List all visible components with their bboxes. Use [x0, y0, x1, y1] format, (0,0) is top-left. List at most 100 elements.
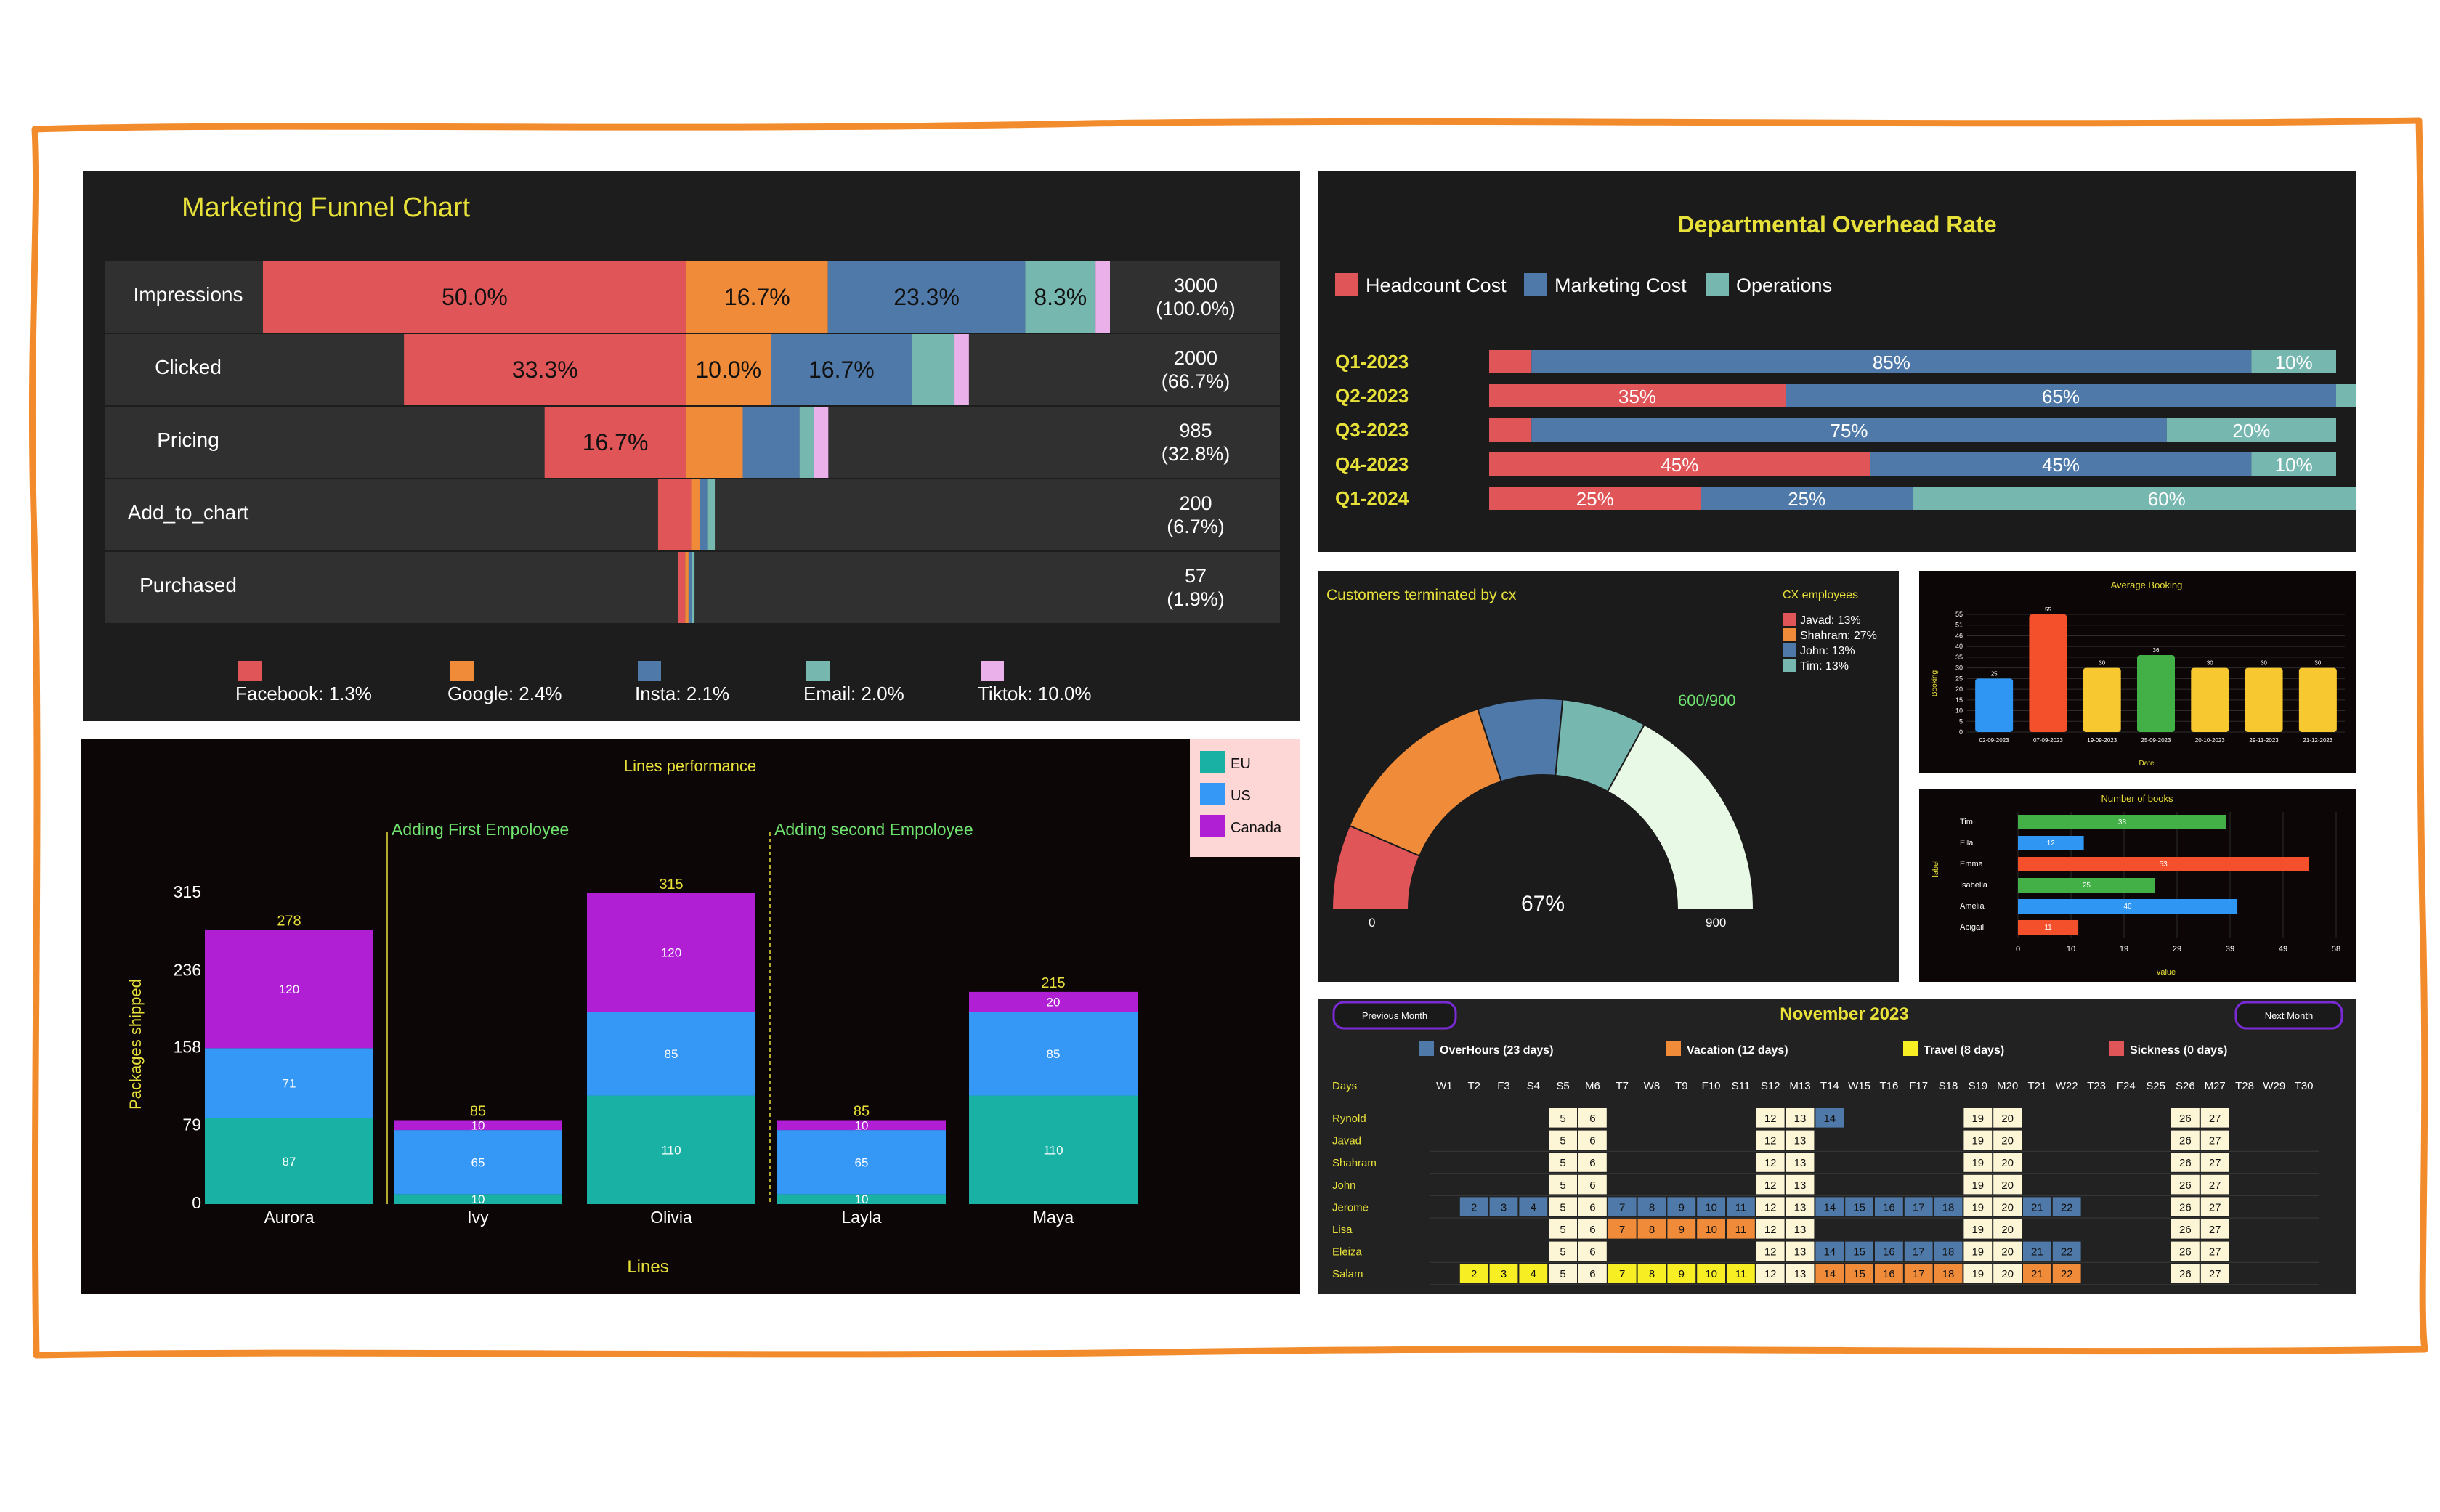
- calendar-day-header: W15: [1848, 1080, 1870, 1092]
- gauge-legend-swatch: [1783, 643, 1796, 657]
- overhead-bar-segment: [1489, 418, 1532, 442]
- booking-ytick: 40: [1955, 643, 1963, 650]
- books-name: Amelia: [1960, 902, 1985, 911]
- calendar-chart: Previous Month Next Month November 2023 …: [1332, 1001, 2343, 1285]
- calendar-cell-label: 26: [2179, 1179, 2192, 1192]
- calendar-person: Eleiza: [1332, 1246, 1363, 1259]
- calendar-cell-label: 7: [1619, 1224, 1625, 1236]
- booking-bar-label: 30: [2099, 660, 2105, 667]
- calendar-cell-label: 12: [1764, 1201, 1777, 1214]
- calendar-cell-label: 16: [1883, 1201, 1895, 1214]
- booking-xtick: 21-12-2023: [2303, 737, 2332, 744]
- calendar-legend-label: Travel (8 days): [1924, 1044, 2004, 1057]
- calendar-cell-label: 26: [2179, 1135, 2192, 1147]
- overhead-row-label: Q1-2023: [1335, 351, 1409, 373]
- days-label: Days: [1332, 1080, 1357, 1092]
- calendar-cell-label: 5: [1560, 1113, 1565, 1125]
- calendar-day-header: M13: [1789, 1080, 1810, 1092]
- calendar-cell-label: 5: [1560, 1201, 1565, 1214]
- funnel-total-bg: [1111, 261, 1280, 333]
- calendar-cell-label: 20: [2001, 1157, 2014, 1169]
- calendar-cell-label: 19: [1971, 1201, 1984, 1214]
- lines-legend-label: Canada: [1231, 820, 1282, 836]
- funnel-segment-label: 33.3%: [512, 357, 578, 383]
- gauge-legend-label: Shahram: 27%: [1800, 630, 1877, 642]
- calendar-cell-label: 6: [1589, 1246, 1595, 1259]
- overhead-bar-segment: [2336, 384, 2356, 407]
- lines-legend-swatch: [1200, 783, 1225, 805]
- lines-ytick: 79: [182, 1115, 201, 1134]
- calendar-cell-label: 20: [2001, 1135, 2014, 1147]
- calendar-person: Shahram: [1332, 1157, 1377, 1169]
- booking-ytick: 15: [1955, 696, 1963, 704]
- calendar-legend-label: Vacation (12 days): [1687, 1044, 1788, 1057]
- calendar-cell-label: 3: [1501, 1201, 1507, 1214]
- calendar-cell-label: 5: [1560, 1268, 1565, 1280]
- overhead-bar-label: 10%: [2275, 454, 2313, 476]
- lines-segment-label: 10: [471, 1118, 485, 1132]
- calendar-cell-label: 17: [1913, 1201, 1925, 1214]
- booking-xtick: 02-09-2023: [1979, 737, 2009, 744]
- calendar-cell-label: 16: [1883, 1246, 1895, 1259]
- lines-legend-label: US: [1231, 788, 1251, 804]
- funnel-segment: [912, 334, 955, 405]
- calendar-cell-label: 8: [1649, 1201, 1655, 1214]
- lines-category: Ivy: [467, 1208, 489, 1227]
- booking-ytick: 46: [1955, 632, 1963, 639]
- calendar-day-header: S12: [1761, 1080, 1780, 1092]
- booking-xtick: 19-09-2023: [2087, 737, 2117, 744]
- calendar-title: November 2023: [1780, 1004, 1908, 1024]
- booking-chart: Average Booking Date Booking 0 5 10 15 20 25 3…: [1931, 580, 2345, 768]
- calendar-day-header: T14: [1820, 1080, 1839, 1092]
- calendar-legend-swatch: [1903, 1041, 1918, 1056]
- booking-bar: [2298, 667, 2337, 732]
- overhead-bar-label: 60%: [2148, 488, 2186, 510]
- calendar-day-header: W22: [2056, 1080, 2078, 1092]
- lines-ytick: 315: [174, 882, 201, 901]
- calendar-cell-label: 7: [1619, 1201, 1625, 1214]
- calendar-cell-label: 9: [1679, 1268, 1685, 1280]
- funnel-total-pct: (32.8%): [1162, 443, 1231, 465]
- calendar-cell-label: 19: [1971, 1113, 1984, 1125]
- booking-bar: [2083, 667, 2121, 732]
- calendar-day-header: S19: [1968, 1080, 1987, 1092]
- calendar-day-header: S25: [2146, 1080, 2165, 1092]
- calendar-cell-label: 26: [2179, 1201, 2192, 1214]
- calendar-cell-label: 5: [1560, 1224, 1565, 1236]
- funnel-segment: [707, 479, 716, 550]
- books-bar-label: 11: [2044, 924, 2052, 932]
- calendar-day-header: M6: [1585, 1080, 1600, 1092]
- calendar-cell-label: 19: [1971, 1268, 1984, 1280]
- calendar-legend-swatch: [2109, 1041, 2124, 1056]
- funnel-legend-swatch: [450, 661, 474, 681]
- booking-xtick: 20-10-2023: [2195, 737, 2225, 744]
- calendar-cell-label: 6: [1589, 1201, 1595, 1214]
- calendar-cell-label: 18: [1942, 1201, 1955, 1214]
- books-name: Isabella: [1960, 881, 1988, 890]
- funnel-total-pct: (66.7%): [1162, 370, 1231, 392]
- lines-ytick: 0: [192, 1193, 201, 1212]
- calendar-day-header: S26: [2176, 1080, 2195, 1092]
- calendar-legend-label: OverHours (23 days): [1440, 1044, 1554, 1057]
- funnel-segment-label: 16.7%: [808, 357, 875, 383]
- lines-segment-label: 87: [283, 1155, 296, 1168]
- lines-segment-label: 120: [279, 983, 299, 996]
- calendar-cell-label: 20: [2001, 1246, 2014, 1259]
- booking-title: Average Booking: [2111, 580, 2183, 590]
- books-xtick: 10: [2067, 945, 2075, 954]
- calendar-cell-label: 15: [1853, 1246, 1865, 1259]
- calendar-cell-label: 5: [1560, 1157, 1565, 1169]
- lines-xlabel: Lines: [627, 1257, 668, 1277]
- overhead-bar-label: 65%: [2042, 386, 2080, 407]
- funnel-total: 2000: [1174, 347, 1217, 369]
- calendar-cell-label: 14: [1823, 1113, 1836, 1125]
- books-name: Emma: [1960, 860, 1984, 869]
- funnel-segment-label: 16.7%: [724, 284, 790, 310]
- calendar-cell-label: 6: [1589, 1179, 1595, 1192]
- overhead-legend-swatch: [1706, 273, 1729, 296]
- books-xlabel: value: [2157, 968, 2176, 977]
- gauge-legend-swatch: [1783, 628, 1796, 641]
- calendar-cell-label: 14: [1823, 1246, 1836, 1259]
- overhead-row-label: Q4-2023: [1335, 453, 1409, 475]
- calendar-cell-label: 5: [1560, 1246, 1565, 1259]
